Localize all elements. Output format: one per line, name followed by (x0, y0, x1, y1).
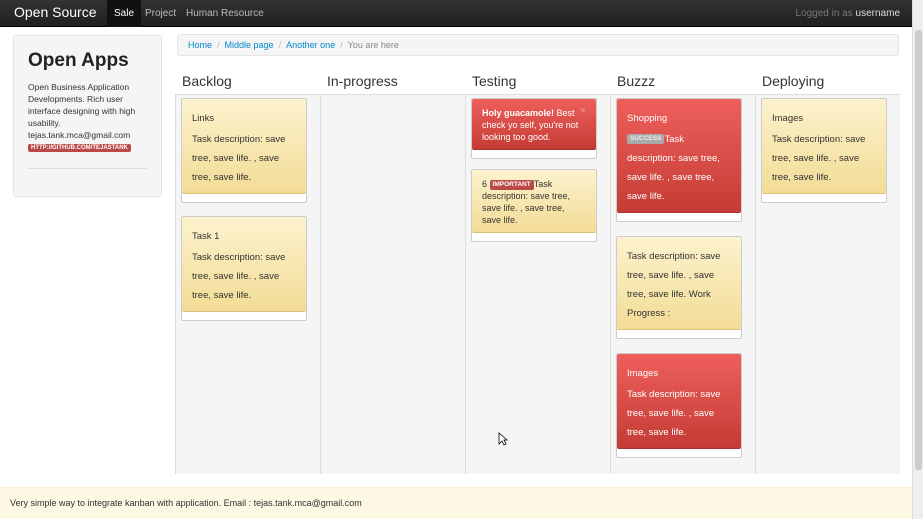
card-content: 6 IMPORTANT Task description: save tree, … (472, 170, 596, 233)
card-content: Shopping SUCCESS Task description: save t… (617, 99, 741, 213)
card-description: Task description: save tree, save life. … (627, 134, 720, 202)
top-navbar: Open Source Sale Project Human Resource … (0, 0, 912, 27)
column-backlog: Backlog Links Task description: save tre… (175, 68, 320, 474)
card-content: Images Task description: save tree, save… (617, 354, 741, 449)
task-card-work-progress[interactable]: Task description: save tree, save life. … (616, 236, 742, 339)
column-body[interactable]: Images Task description: save tree, save… (755, 95, 900, 474)
mouse-cursor-icon (498, 432, 508, 446)
task-card-task-1[interactable]: Task 1 Task description: save tree, save… (181, 216, 307, 321)
column-title: Deploying (755, 68, 900, 95)
breadcrumb-separator: / (278, 40, 282, 50)
breadcrumb-separator: / (217, 40, 220, 50)
sidebar-description: Open Business Application Developments. … (28, 82, 136, 128)
success-badge: SUCCESS (627, 134, 665, 145)
github-link-badge[interactable]: HTTP://GITHUB.COM/TEJASTANK (28, 144, 131, 152)
card-content: Task description: save tree, save life. … (617, 237, 741, 330)
task-card-shopping[interactable]: Shopping SUCCESS Task description: save t… (616, 98, 742, 222)
breadcrumb: Home / Middle page / Another one / You are her… (177, 34, 899, 56)
sidebar-email: tejas.tank.mca@gmail.com (28, 130, 131, 140)
card-content: Task 1 Task description: save tree, save… (182, 217, 306, 312)
card-description: Task description: save tree, save life. … (192, 252, 286, 301)
card-title: Shopping (627, 113, 668, 124)
alert-card[interactable]: × Holy guacamole! Best check yo self, yo… (471, 98, 597, 159)
card-description: Task description: save tree, save life. … (192, 134, 286, 183)
card-footer (182, 194, 306, 202)
column-title: Backlog (175, 68, 320, 95)
card-number: 6 (482, 179, 488, 189)
card-title: Images (772, 113, 804, 124)
page-scrollbar[interactable] (912, 0, 923, 519)
sidebar-panel: Open Apps Open Business Application Deve… (13, 35, 162, 197)
important-badge: IMPORTANT (489, 179, 534, 190)
page-footer: Very simple way to integrate kanban with… (0, 487, 912, 519)
task-card-images[interactable]: Images Task description: save tree, save… (761, 98, 887, 203)
card-footer (472, 233, 596, 241)
sidebar-title: Open Apps (28, 50, 129, 71)
scrollbar-thumb[interactable] (915, 30, 922, 470)
nav-item-human-resource[interactable]: Human Resource (179, 0, 271, 27)
column-body[interactable]: × Holy guacamole! Best check yo self, yo… (465, 95, 610, 474)
alert-strong-text: Holy guacamole! (482, 108, 555, 118)
sidebar-divider (28, 168, 147, 169)
column-in-progress: In-progress (320, 68, 465, 474)
column-title: Testing (465, 68, 610, 95)
task-card-6[interactable]: 6 IMPORTANT Task description: save tree, … (471, 169, 597, 242)
card-footer (182, 312, 306, 320)
card-content: × Holy guacamole! Best check yo self, yo… (472, 99, 596, 150)
column-body[interactable]: Shopping SUCCESS Task description: save t… (610, 95, 755, 474)
logged-in-prefix: Logged in as (795, 8, 853, 19)
breadcrumb-another-one[interactable]: Another one (286, 40, 335, 50)
card-footer (617, 330, 741, 338)
column-testing: Testing × Holy guacamole! Best check yo … (465, 68, 610, 474)
card-description: Task description: save tree, save life. … (627, 389, 721, 438)
card-title: Images (627, 368, 659, 379)
column-title: Buzzz (610, 68, 755, 95)
breadcrumb-middle-page[interactable]: Middle page (225, 40, 274, 50)
close-icon[interactable]: × (580, 105, 586, 117)
card-content: Images Task description: save tree, save… (762, 99, 886, 194)
breadcrumb-home[interactable]: Home (188, 40, 212, 50)
nav-item-sale[interactable]: Sale (107, 0, 142, 27)
card-footer (617, 449, 741, 457)
card-description: Task description: save tree, save life. … (772, 134, 866, 183)
nav-item-project[interactable]: Project (138, 0, 183, 27)
footer-text: Very simple way to integrate kanban with… (10, 498, 362, 508)
card-footer (617, 213, 741, 221)
card-description: Task description: save tree, save life. … (627, 251, 721, 319)
card-title: Task 1 (192, 231, 220, 242)
column-body[interactable]: Links Task description: save tree, save … (175, 95, 320, 474)
column-title: In-progress (320, 68, 465, 95)
card-content: Links Task description: save tree, save … (182, 99, 306, 194)
column-buzzz: Buzzz Shopping SUCCESS Task description: … (610, 68, 755, 474)
card-footer (472, 150, 596, 158)
task-card-images[interactable]: Images Task description: save tree, save… (616, 353, 742, 458)
username-link[interactable]: username (856, 8, 900, 19)
task-card-links[interactable]: Links Task description: save tree, save … (181, 98, 307, 203)
kanban-board: Backlog Links Task description: save tre… (175, 68, 900, 474)
column-deploying: Deploying Images Task description: save … (755, 68, 900, 474)
brand-link[interactable]: Open Source (14, 4, 97, 20)
card-title: Links (192, 113, 215, 124)
breadcrumb-current: You are here (347, 40, 399, 50)
breadcrumb-separator: / (340, 40, 343, 50)
card-footer (762, 194, 886, 202)
column-body[interactable] (320, 95, 465, 474)
logged-in-status: Logged in as username (795, 0, 900, 27)
